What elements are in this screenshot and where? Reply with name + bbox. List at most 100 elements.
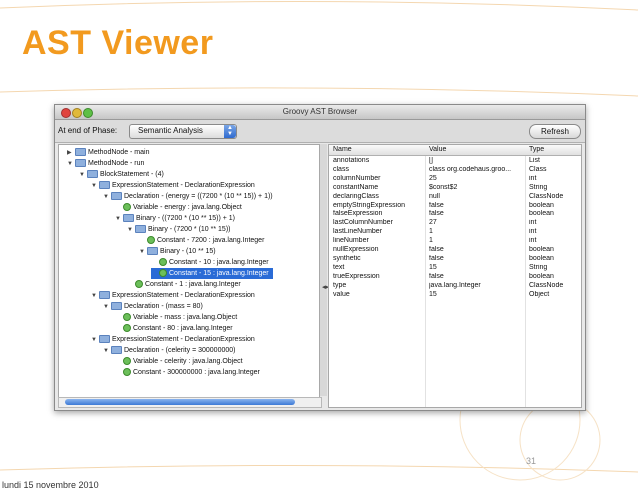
tree-horizontal-scrollbar[interactable] [58, 397, 322, 408]
property-type-cell: boolean [529, 272, 554, 280]
disclosure-expanded-icon[interactable]: ▼ [139, 247, 147, 258]
refresh-button[interactable]: Refresh [529, 124, 581, 139]
table-row[interactable]: trueExpression false boolean [329, 273, 581, 281]
tree-node[interactable]: Variable - energy : java.lang.Object [115, 202, 242, 213]
property-type-cell: Object [529, 290, 550, 298]
groovy-ast-browser-window: Groovy AST Browser At end of Phase: Sema… [54, 104, 586, 411]
tree-node[interactable]: ▼ Binary - (10 ** 15) [139, 246, 216, 257]
tree-node[interactable]: ▼ Declaration - (celerity = 300000000) [103, 345, 235, 356]
tree-node[interactable]: ▼ MethodNode - run [67, 158, 144, 169]
disclosure-expanded-icon[interactable]: ▼ [103, 302, 111, 313]
property-type-cell: boolean [529, 201, 554, 209]
table-row[interactable]: falseExpression false boolean [329, 210, 581, 218]
table-row[interactable]: declaringClass null ClassNode [329, 193, 581, 201]
tree-node[interactable]: Variable - mass : java.lang.Object [115, 312, 237, 323]
tree-node[interactable]: ▼ ExpressionStatement - DeclarationExpres… [91, 290, 255, 301]
disclosure-expanded-icon[interactable]: ▼ [91, 181, 99, 192]
column-header-value[interactable]: Value [429, 145, 446, 155]
leaf-node-icon [159, 258, 167, 267]
tree-node-label: Constant - 300000000 : java.lang.Integer [133, 369, 260, 376]
tree-node-label: Variable - celerity : java.lang.Object [133, 358, 243, 365]
property-value-cell: 15 [429, 263, 437, 271]
table-row[interactable]: constantName $const$2 String [329, 184, 581, 192]
property-value-cell: 1 [429, 237, 433, 245]
tree-node-label: Constant - 1 : java.lang.Integer [145, 281, 241, 288]
property-type-cell: List [529, 157, 540, 164]
property-value-cell: null [429, 192, 440, 200]
property-value-cell: class org.codehaus.groo... [429, 165, 512, 173]
disclosure-expanded-icon[interactable]: ▼ [91, 291, 99, 302]
property-name-cell: columnNumber [333, 174, 381, 182]
tree-node[interactable]: Constant - 300000000 : java.lang.Integer [115, 367, 260, 378]
disclosure-expanded-icon[interactable]: ▼ [91, 335, 99, 346]
property-type-cell: String [529, 263, 548, 271]
property-value-cell: $const$2 [429, 183, 458, 191]
leaf-node-icon [123, 324, 131, 333]
property-value-cell: 1 [429, 228, 433, 236]
properties-table[interactable]: Name Value Type annotations[] List class cl… [328, 144, 582, 408]
property-value-cell: false [429, 210, 444, 218]
property-name-cell: class [333, 165, 349, 173]
table-row[interactable]: value 15 Object [329, 291, 581, 299]
disclosure-expanded-icon[interactable]: ▼ [127, 225, 135, 236]
tree-node[interactable]: Constant - 7200 : java.lang.Integer [139, 235, 264, 246]
leaf-node-icon [159, 269, 167, 278]
disclosure-expanded-icon[interactable]: ▼ [103, 346, 111, 357]
table-row[interactable]: type java.lang.Integer ClassNode [329, 282, 581, 290]
property-type-cell: ClassNode [529, 281, 564, 289]
window-titlebar[interactable]: Groovy AST Browser [55, 105, 585, 120]
property-name-cell: value [333, 290, 350, 298]
tree-node[interactable]: Constant - 1 : java.lang.Integer [127, 279, 241, 290]
scrollbar-thumb[interactable] [65, 399, 295, 405]
table-row[interactable]: text 15 String [329, 264, 581, 272]
tree-node[interactable]: ▼ Declaration - (mass = 80) [103, 301, 203, 312]
tree-node[interactable]: ▼ ExpressionStatement - DeclarationExpres… [91, 180, 255, 191]
tree-node[interactable]: ▼ Declaration - (energy = ((7200 * (10 **… [103, 191, 273, 202]
property-value-cell: 25 [429, 174, 437, 182]
tree-node[interactable]: ▼ ExpressionStatement - DeclarationExpres… [91, 334, 255, 345]
leaf-node-icon [147, 236, 155, 245]
phase-select[interactable]: Semantic Analysis ▲ ▼ [129, 124, 237, 139]
tree-node-label: MethodNode - run [88, 160, 145, 167]
table-row[interactable]: annotations [] List [329, 157, 581, 165]
table-row[interactable]: lastLineNumber 1 int [329, 228, 581, 236]
split-pane-divider[interactable] [320, 144, 327, 396]
table-row[interactable]: columnNumber 25 int [329, 175, 581, 183]
property-value-cell: false [429, 201, 444, 209]
disclosure-expanded-icon[interactable]: ▼ [103, 192, 111, 203]
tree-node-label: Variable - mass : java.lang.Object [133, 314, 238, 321]
page-number: 31 [526, 456, 537, 466]
ast-tree[interactable]: ▶ MethodNode - main ▼ MethodNode - run ▼ Bloc… [58, 144, 320, 398]
tree-node[interactable]: ▼ Binary - ((7200 * (10 ** 15)) + 1) [115, 213, 235, 224]
property-value-cell: false [429, 272, 444, 280]
table-row[interactable]: lineNumber 1 int [329, 237, 581, 245]
table-row[interactable]: synthetic false boolean [329, 255, 581, 263]
tree-node-label: Constant - 7200 : java.lang.Integer [157, 237, 265, 244]
property-value-cell: false [429, 246, 444, 253]
table-row[interactable]: emptyStringExpression false boolean [329, 202, 581, 210]
column-header-name[interactable]: Name [333, 145, 352, 155]
leaf-node-icon [123, 203, 131, 212]
disclosure-expanded-icon[interactable]: ▼ [115, 214, 123, 225]
disclosure-expanded-icon[interactable]: ▼ [67, 159, 75, 170]
disclosure-expanded-icon[interactable]: ▼ [79, 170, 87, 181]
tree-node[interactable]: Constant - 15 : java.lang.Integer [151, 268, 273, 279]
tree-node[interactable]: Variable - celerity : java.lang.Object [115, 356, 243, 367]
toolbar: At end of Phase: Semantic Analysis ▲ ▼ Re… [55, 120, 585, 143]
tree-node[interactable]: ▶ MethodNode - main [67, 147, 149, 158]
tree-node-label: BlockStatement - (4) [100, 171, 164, 178]
table-row[interactable]: class class org.codehaus.groo... Class [329, 166, 581, 174]
tree-node[interactable]: ▼ BlockStatement - (4) [79, 169, 164, 180]
table-row[interactable]: nullExpression false boolean [329, 246, 581, 254]
tree-node[interactable]: Constant - 80 : java.lang.Integer [115, 323, 233, 334]
property-name-cell: lastLineNumber [333, 228, 383, 236]
tree-node[interactable]: Constant - 10 : java.lang.Integer [151, 257, 269, 268]
phase-select-value: Semantic Analysis [138, 126, 203, 135]
table-row[interactable]: lastColumnNumber 27 int [329, 219, 581, 227]
folder-icon [99, 181, 110, 190]
tree-node[interactable]: ▼ Binary - (7200 * (10 ** 15)) [127, 224, 230, 235]
property-name-cell: nullExpression [333, 246, 379, 253]
property-name-cell: type [333, 281, 347, 289]
column-header-type[interactable]: Type [529, 145, 544, 155]
property-name-cell: emptyStringExpression [333, 201, 405, 209]
